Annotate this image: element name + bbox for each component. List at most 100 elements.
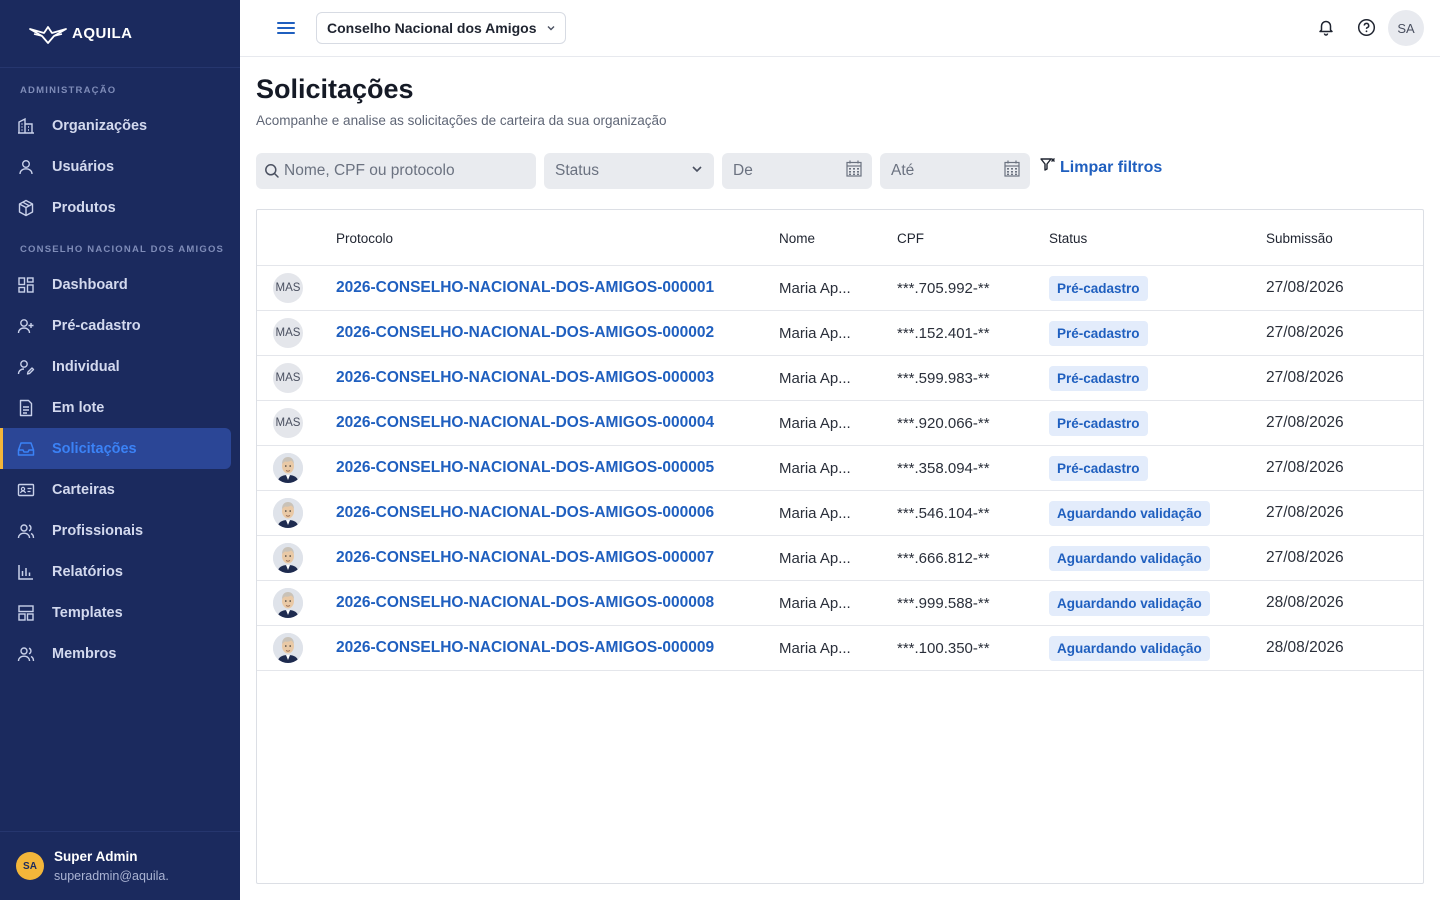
status-cell: Pré-cadastro [1049,446,1148,490]
protocol-link[interactable]: 2026-CONSELHO-NACIONAL-DOS-AMIGOS-000009 [336,626,714,670]
sidebar-item-carteiras[interactable]: Carteiras [0,469,240,510]
date-to-input[interactable]: Até [880,153,1030,189]
date-from-placeholder: De [733,162,753,179]
protocol-link[interactable]: 2026-CONSELHO-NACIONAL-DOS-AMIGOS-000005 [336,446,714,490]
chevron-down-icon [546,20,556,36]
org-nav: Dashboard Pré-cadastro Individual Em lote So… [0,264,240,674]
account-avatar[interactable]: SA [1388,10,1424,46]
protocol-link[interactable]: 2026-CONSELHO-NACIONAL-DOS-AMIGOS-000002 [336,311,714,355]
sidebar-item-membros[interactable]: Membros [0,633,240,674]
avatar-photo [273,498,303,528]
sidebar-item-organizacoes[interactable]: Organizações [0,105,240,146]
submission-date-cell: 28/08/2026 [1266,594,1344,611]
avatar-cell [273,446,303,490]
sidebar-item-dashboard[interactable]: Dashboard [0,264,240,305]
search-input[interactable]: Nome, CPF ou protocolo [256,153,536,189]
sidebar-item-label: Organizações [52,117,148,134]
status-cell: Pré-cadastro [1049,356,1148,400]
sidebar-item-label: Profissionais [52,522,144,539]
page-title: Solicitações [256,74,414,104]
avatar-initials: MAS [273,363,303,393]
sidebar-item-label: Pré-cadastro [52,317,141,334]
avatar-initials: MAS [273,273,303,303]
status-cell: Pré-cadastro [1049,311,1148,355]
user-edit-icon [16,357,36,377]
submission-date-cell: 27/08/2026 [1266,324,1344,341]
sidebar: AQUILA ADMINISTRAÇÃO Organizações Usuário… [0,0,240,900]
name-cell: Maria Ap... [779,369,851,387]
section-title-admin: ADMINISTRAÇÃO [20,85,117,96]
column-header-nome[interactable]: Nome [779,231,815,246]
status-select[interactable]: Status [544,153,714,189]
cpf-cell: ***.358.094-** [897,459,990,477]
table-row[interactable]: 2026-CONSELHO-NACIONAL-DOS-AMIGOS-000006… [257,491,1423,536]
sidebar-item-profissionais[interactable]: Profissionais [0,510,240,551]
table-row[interactable]: MAS 2026-CONSELHO-NACIONAL-DOS-AMIGOS-000… [257,311,1423,356]
status-badge: Pré-cadastro [1049,455,1148,481]
table-row[interactable]: 2026-CONSELHO-NACIONAL-DOS-AMIGOS-000009… [257,626,1423,671]
status-cell: Aguardando validação [1049,581,1210,625]
avatar-cell: MAS [273,311,303,355]
bell-icon[interactable] [1316,17,1336,37]
admin-nav: Organizações Usuários Produtos [0,105,240,228]
sidebar-item-label: Produtos [52,199,116,216]
date-to-placeholder: Até [891,162,915,179]
table-row[interactable]: 2026-CONSELHO-NACIONAL-DOS-AMIGOS-000008… [257,581,1423,626]
search-placeholder: Nome, CPF ou protocolo [284,162,455,179]
protocol-link[interactable]: 2026-CONSELHO-NACIONAL-DOS-AMIGOS-000006 [336,491,714,535]
sidebar-item-solicitacoes[interactable]: Solicitações [0,428,231,469]
submission-date-cell: 27/08/2026 [1266,459,1344,476]
status-badge: Aguardando validação [1049,545,1210,571]
topbar: Conselho Nacional dos Amigos SA [240,0,1440,57]
sidebar-item-em-lote[interactable]: Em lote [0,387,240,428]
column-header-submissao[interactable]: Submissão [1266,231,1333,246]
table-row[interactable]: 2026-CONSELHO-NACIONAL-DOS-AMIGOS-000005… [257,446,1423,491]
cpf-cell: ***.920.066-** [897,414,990,432]
building-icon [16,116,36,136]
user-icon [16,157,36,177]
column-header-protocolo[interactable]: Protocolo [336,231,393,246]
protocol-link[interactable]: 2026-CONSELHO-NACIONAL-DOS-AMIGOS-000001 [336,266,714,310]
chevron-down-icon [690,162,704,181]
cpf-cell: ***.999.588-** [897,594,990,612]
user-profile[interactable]: SA Super Admin superadmin@aquila. [0,831,240,900]
brand[interactable]: AQUILA [0,0,240,68]
name-cell: Maria Ap... [779,594,851,612]
sidebar-item-individual[interactable]: Individual [0,346,240,387]
status-cell: Aguardando validação [1049,626,1210,670]
hamburger-menu-icon[interactable] [276,18,296,38]
protocol-link[interactable]: 2026-CONSELHO-NACIONAL-DOS-AMIGOS-000007 [336,536,714,580]
status-badge: Pré-cadastro [1049,320,1148,346]
clear-filters-button[interactable]: Limpar filtros [1040,158,1162,177]
table-row[interactable]: MAS 2026-CONSELHO-NACIONAL-DOS-AMIGOS-000… [257,266,1423,311]
name-cell: Maria Ap... [779,504,851,522]
name-cell: Maria Ap... [779,549,851,567]
protocol-link[interactable]: 2026-CONSELHO-NACIONAL-DOS-AMIGOS-000008 [336,581,714,625]
table-row[interactable]: MAS 2026-CONSELHO-NACIONAL-DOS-AMIGOS-000… [257,356,1423,401]
organization-selector[interactable]: Conselho Nacional dos Amigos [316,12,566,44]
page-subtitle: Acompanhe e analise as solicitações de c… [256,113,667,128]
bar-chart-icon [16,562,36,582]
name-cell: Maria Ap... [779,459,851,477]
sidebar-item-pre-cadastro[interactable]: Pré-cadastro [0,305,240,346]
column-header-status[interactable]: Status [1049,231,1087,246]
table-row[interactable]: MAS 2026-CONSELHO-NACIONAL-DOS-AMIGOS-000… [257,401,1423,446]
status-badge: Pré-cadastro [1049,365,1148,391]
sidebar-item-usuarios[interactable]: Usuários [0,146,240,187]
sidebar-item-templates[interactable]: Templates [0,592,240,633]
user-info: Super Admin superadmin@aquila. [54,849,169,883]
sidebar-item-produtos[interactable]: Produtos [0,187,240,228]
sidebar-item-relatorios[interactable]: Relatórios [0,551,240,592]
date-from-input[interactable]: De [722,153,872,189]
avatar-photo [273,543,303,573]
protocol-link[interactable]: 2026-CONSELHO-NACIONAL-DOS-AMIGOS-000004 [336,401,714,445]
sidebar-item-label: Membros [52,645,117,662]
status-cell: Aguardando validação [1049,536,1210,580]
protocol-link[interactable]: 2026-CONSELHO-NACIONAL-DOS-AMIGOS-000003 [336,356,714,400]
column-header-cpf[interactable]: CPF [897,231,924,246]
user-email: superadmin@aquila. [54,869,169,883]
avatar-cell: MAS [273,356,303,400]
table-row[interactable]: 2026-CONSELHO-NACIONAL-DOS-AMIGOS-000007… [257,536,1423,581]
sidebar-item-label: Em lote [52,399,105,416]
help-icon[interactable] [1356,17,1376,37]
